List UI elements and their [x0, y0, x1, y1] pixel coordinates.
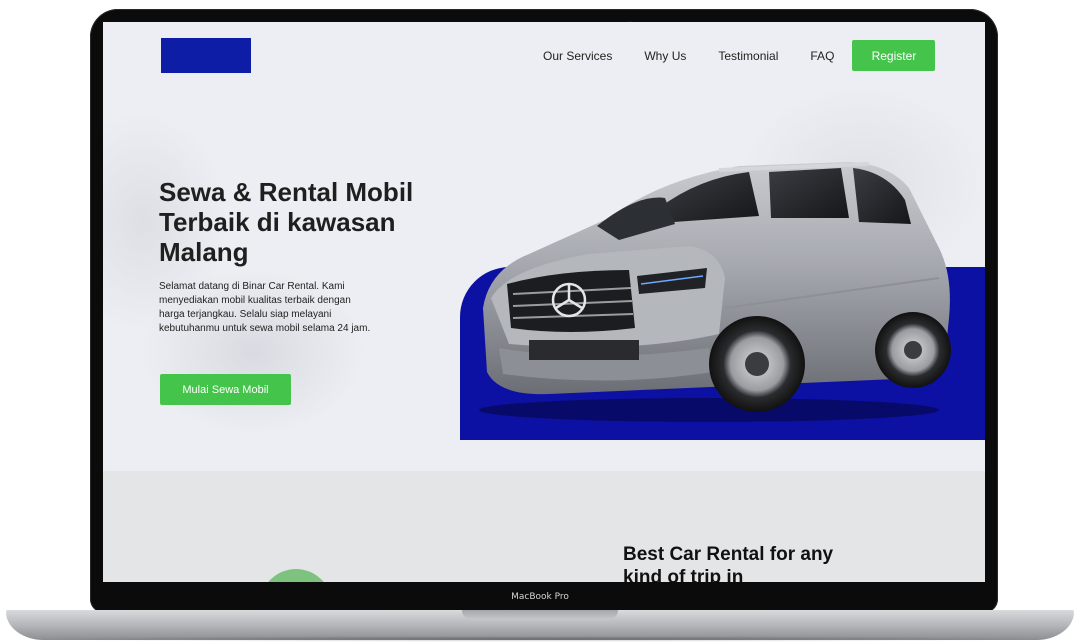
hero-title: Sewa & Rental Mobil Terbaik di kawasan M… [159, 177, 414, 267]
brand-logo[interactable] [161, 38, 251, 73]
decorative-circle [260, 569, 332, 582]
nav-faq[interactable]: FAQ [810, 49, 834, 63]
main-nav: Our Services Why Us Testimonial FAQ Regi… [543, 40, 936, 71]
hero-section: Our Services Why Us Testimonial FAQ Regi… [103, 22, 985, 471]
why-us-section: Best Car Rental for any kind of trip in [103, 471, 985, 582]
laptop-shadow [6, 636, 1074, 642]
browser-screen: Our Services Why Us Testimonial FAQ Regi… [103, 22, 985, 582]
start-rental-button[interactable]: Mulai Sewa Mobil [160, 374, 291, 405]
nav-our-services[interactable]: Our Services [543, 49, 612, 63]
hero-description: Selamat datang di Binar Car Rental. Kami… [159, 281, 371, 334]
register-button[interactable]: Register [852, 40, 936, 71]
nav-testimonial[interactable]: Testimonial [718, 49, 778, 63]
nav-why-us[interactable]: Why Us [644, 49, 686, 63]
car-image [479, 162, 951, 422]
section-title: Best Car Rental for any kind of trip in [623, 544, 834, 582]
device-label: MacBook Pro [511, 592, 569, 602]
laptop-base-notch [462, 610, 618, 620]
